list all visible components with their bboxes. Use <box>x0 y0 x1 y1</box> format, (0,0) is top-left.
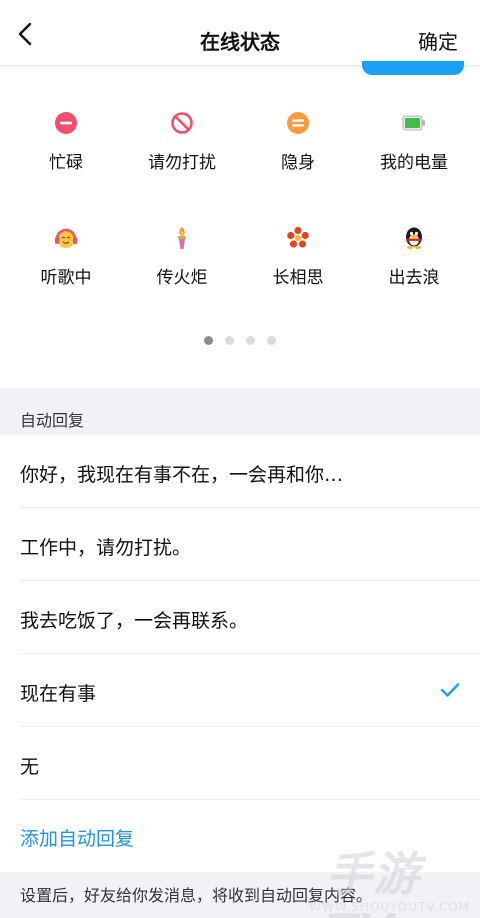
torch-icon <box>178 227 186 249</box>
auto-reply-text: 你好，我现在有事不在，一会再和你… <box>20 464 344 486</box>
status-option-label: 传火炬 <box>156 268 208 288</box>
flower-icon <box>287 226 309 248</box>
watermark-url: WWW.SHOUYOUTV.COM <box>309 900 470 914</box>
checkmark-icon <box>440 683 460 697</box>
headphones-face-icon <box>55 228 77 248</box>
auto-reply-text: 现在有事 <box>20 683 97 705</box>
auto-reply-text: 无 <box>20 756 40 778</box>
status-option-longing[interactable]: 长相思 <box>238 226 358 296</box>
status-panel: 忙碌 请勿打扰 隐身 我的电量 听歌中 传火炬 长相思 出去浪 <box>0 61 480 388</box>
page-dot-4[interactable] <box>267 336 276 345</box>
auto-reply-list: 你好，我现在有事不在，一会再和你… 工作中，请勿打扰。 我去吃饭了，一会再联系。… <box>0 435 480 872</box>
status-option-label: 听歌中 <box>40 268 92 288</box>
add-auto-reply-label: 添加自动回复 <box>20 828 135 850</box>
status-option-battery[interactable]: 我的电量 <box>354 111 474 181</box>
status-option-label: 请勿打扰 <box>148 153 216 173</box>
status-option-label: 隐身 <box>281 153 315 173</box>
selected-status-indicator <box>362 61 464 75</box>
status-option-label: 出去浪 <box>388 268 440 288</box>
watermark-logo: 手游TV WWW.SHOUYOUTV.COM <box>309 838 476 918</box>
penguin-icon <box>406 227 422 249</box>
auto-reply-option-selected[interactable]: 现在有事 <box>0 654 480 727</box>
status-option-invisible[interactable]: 隐身 <box>238 111 358 181</box>
auto-reply-section-title: 自动回复 <box>20 411 85 430</box>
status-option-go-out[interactable]: 出去浪 <box>354 226 474 296</box>
do-not-disturb-icon <box>171 112 193 134</box>
auto-reply-option[interactable]: 你好，我现在有事不在，一会再和你… <box>0 435 480 508</box>
auto-reply-option[interactable]: 无 <box>0 727 480 800</box>
status-option-busy[interactable]: 忙碌 <box>6 111 126 181</box>
status-option-do-not-disturb[interactable]: 请勿打扰 <box>122 111 242 181</box>
status-option-label: 我的电量 <box>380 153 448 173</box>
status-option-label: 忙碌 <box>49 153 83 173</box>
status-option-label: 长相思 <box>272 268 324 288</box>
status-option-listening-music[interactable]: 听歌中 <box>6 226 126 296</box>
invisible-icon <box>287 112 309 134</box>
status-option-torch[interactable]: 传火炬 <box>122 226 242 296</box>
page-dot-3[interactable] <box>246 336 255 345</box>
auto-reply-option[interactable]: 我去吃饭了，一会再联系。 <box>0 581 480 654</box>
page-dot-1[interactable] <box>204 336 213 345</box>
page-indicator <box>0 336 480 345</box>
confirm-button[interactable]: 确定 <box>418 26 458 55</box>
auto-reply-option[interactable]: 工作中，请勿打扰。 <box>0 508 480 581</box>
auto-reply-text: 工作中，请勿打扰。 <box>20 537 192 559</box>
page-title: 在线状态 <box>200 30 280 54</box>
page-dot-2[interactable] <box>225 336 234 345</box>
auto-reply-text: 我去吃饭了，一会再联系。 <box>20 610 249 632</box>
navigation-bar: 在线状态 确定 <box>0 0 480 66</box>
battery-icon <box>402 115 425 131</box>
busy-icon <box>55 112 77 134</box>
